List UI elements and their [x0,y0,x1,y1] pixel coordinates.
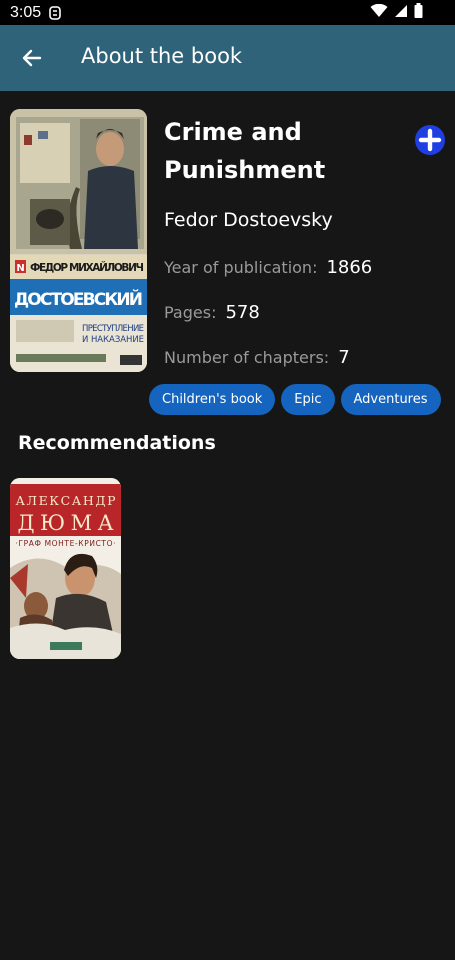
status-time: 3:05 [10,3,42,21]
book-title-line1: Crime and [164,118,302,146]
genre-chip-adventures[interactable]: Adventures [340,384,441,415]
battery-icon [414,3,423,22]
genre-chip-childrens-book[interactable]: Children's book [149,384,276,415]
year-row: Year of publication: 1866 [164,257,372,278]
plus-circle-icon [415,125,445,155]
genre-chips: Children's book Epic Adventures [149,384,441,415]
app-bar: About the book [0,25,455,91]
recommendation-card[interactable]: АЛЕКСАНДР ДЮМА ·ГРАФ МОНТЕ-КРИСТО· [10,478,121,659]
rec-book-title: ·ГРАФ МОНТЕ-КРИСТО· [16,539,116,548]
recommendations-heading: Recommendations [18,432,216,454]
chapters-value: 7 [338,347,350,368]
signal-icon [394,3,408,22]
book-details: N ФЕДОР МИХАЙЛОВИЧ ДОСТОЕВСКИЙ ПРЕСТУПЛЕ… [0,91,455,960]
pages-row: Pages: 578 [164,302,260,323]
year-value: 1866 [326,257,373,278]
status-icons [370,3,423,22]
add-to-library-button[interactable] [414,124,446,156]
cover-letter: N [16,263,24,274]
book-author: Fedor Dostoevsky [164,209,333,231]
book-title-line2: Punishment [164,156,326,184]
year-label: Year of publication: [164,258,318,277]
page-title: About the book [81,44,243,68]
genre-chip-epic[interactable]: Epic [281,384,335,415]
status-bar: 3:05 [0,0,455,25]
book-title: Crime and Punishment [164,113,404,189]
rec-author-line1: АЛЕКСАНДР [16,493,116,508]
pages-value: 578 [225,302,260,323]
arrow-left-icon [22,49,42,67]
book-cover: N ФЕДОР МИХАЙЛОВИЧ ДОСТОЕВСКИЙ ПРЕСТУПЛЕ… [10,109,147,372]
cover-title-line1: ПРЕСТУПЛЕНИЕ [82,324,144,334]
chapters-label: Number of chapters: [164,348,330,367]
cover-author-line: ФЕДОР МИХАЙЛОВИЧ [30,261,144,274]
sim-icon [49,5,61,20]
wifi-icon [370,3,388,22]
cover-surname: ДОСТОЕВСКИЙ [14,288,143,310]
cover-title-line2: И НАКАЗАНИЕ [82,335,144,345]
back-button[interactable] [20,46,44,70]
chapters-row: Number of chapters: 7 [164,347,350,368]
pages-label: Pages: [164,303,217,322]
